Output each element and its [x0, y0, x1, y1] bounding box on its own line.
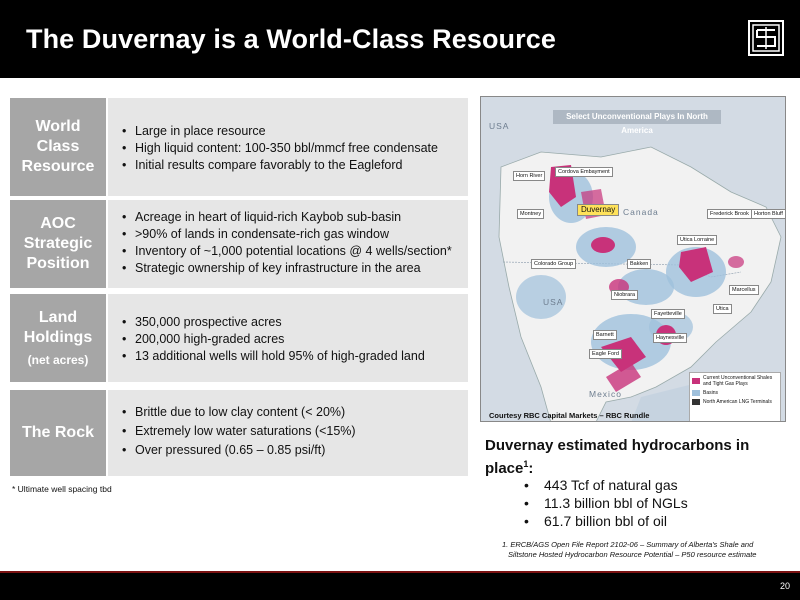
legend-item: Current Unconventional Shales and Tight …	[692, 375, 778, 387]
bullet-list: Acreage in heart of liquid-rich Kaybob s…	[122, 209, 464, 277]
hydrocarbon-item: 61.7 billion bbl of oil	[524, 512, 688, 530]
row-label-line: Strategic	[23, 235, 93, 252]
bullet-item: Large in place resource	[122, 123, 464, 140]
bullet-item: High liquid content: 100-350 bbl/mmcf fr…	[122, 140, 464, 157]
bullet-item: 350,000 prospective acres	[122, 314, 464, 331]
play-label: Niobrara	[611, 290, 639, 300]
map-country-label: USA	[543, 297, 564, 307]
map-legend: Current Unconventional Shales and Tight …	[689, 372, 781, 421]
row-content: Brittle due to low clay content (< 20%) …	[108, 390, 468, 476]
source-footnote-line: Siltstone Hosted Hydrocarbon Resource Po…	[508, 550, 757, 559]
bullet-item: Strategic ownership of key infrastructur…	[122, 260, 464, 277]
row-land-holdings: Land Holdings (net acres) 350,000 prospe…	[10, 294, 468, 382]
play-label: Cordova Embayment	[555, 167, 613, 177]
bullet-item: Acreage in heart of liquid-rich Kaybob s…	[122, 209, 464, 226]
source-footnote-line: 1. ERCB/AGS Open File Report 2102-06 – S…	[502, 540, 754, 549]
row-label: The Rock	[10, 390, 106, 476]
row-world-class-resource: World Class Resource Large in place reso…	[10, 98, 468, 196]
bullet-item: Brittle due to low clay content (< 20%)	[122, 403, 464, 422]
bullet-item: Initial results compare favorably to the…	[122, 157, 464, 174]
play-label: Barnett	[593, 330, 617, 340]
header-bar: The Duvernay is a World-Class Resource	[0, 0, 800, 78]
row-label: World Class Resource	[10, 98, 106, 196]
row-label-sub: (net acres)	[27, 353, 89, 367]
row-label-line: World	[35, 118, 81, 135]
row-label-line: AOC	[40, 215, 76, 232]
play-label: Bakken	[627, 259, 652, 269]
hydrocarbons-title: Duvernay estimated hydrocarbons in place…	[485, 437, 785, 478]
hydrocarbons-title-text: Duvernay estimated hydrocarbons in place	[485, 437, 750, 477]
play-label: Frederick Brook	[707, 209, 752, 219]
page-title: The Duvernay is a World-Class Resource	[26, 24, 556, 54]
legend-swatch	[692, 378, 700, 384]
map-title: Select Unconventional Plays In North Ame…	[553, 110, 721, 135]
north-america-plays-map: Select Unconventional Plays In North Ame…	[480, 96, 786, 422]
footer-accent-line	[0, 571, 800, 573]
legend-label: Current Unconventional Shales and Tight …	[703, 375, 773, 387]
hydrocarbon-item: 11.3 billion bbl of NGLs	[524, 494, 688, 512]
hydrocarbon-item: 443 Tcf of natural gas	[524, 476, 688, 494]
page-number: 20	[779, 581, 790, 591]
hydrocarbons-title-suffix: :	[528, 460, 534, 477]
legend-item: Basins	[692, 390, 778, 396]
bullet-item: 200,000 high-graded acres	[122, 331, 464, 348]
hydrocarbons-list: 443 Tcf of natural gas 11.3 billion bbl …	[524, 476, 688, 530]
bullet-item: Over pressured (0.65 – 0.85 psi/ft)	[122, 441, 464, 460]
row-aoc-strategic-position: AOC Strategic Position Acreage in heart …	[10, 200, 468, 288]
row-label-line: Position	[26, 255, 90, 272]
legend-label: Basins	[703, 390, 719, 396]
company-logo-icon	[748, 20, 784, 56]
duvernay-label: Duvernay	[577, 204, 620, 216]
legend-item: North American LNG Terminals	[692, 399, 778, 405]
play-label: Haynesville	[653, 333, 688, 343]
source-footnote: 1. ERCB/AGS Open File Report 2102-06 – S…	[502, 540, 792, 560]
row-label: AOC Strategic Position	[10, 200, 106, 288]
play-label: Horn River	[513, 171, 546, 181]
play-label: Montney	[517, 209, 545, 219]
bullet-list: Large in place resource High liquid cont…	[122, 123, 464, 174]
play-label: Colorado Group	[531, 259, 577, 269]
row-content: 350,000 prospective acres 200,000 high-g…	[108, 294, 468, 382]
footer-bar	[0, 571, 800, 600]
bullet-item: Inventory of ~1,000 potential locations …	[122, 243, 464, 260]
play-label: Horton Bluff	[751, 209, 785, 219]
row-the-rock: The Rock Brittle due to low clay content…	[10, 390, 468, 476]
bullet-item: Extremely low water saturations (<15%)	[122, 422, 464, 441]
map-country-label: Canada	[623, 207, 659, 217]
row-label-line: Holdings	[23, 329, 93, 346]
bullet-list: Brittle due to low clay content (< 20%) …	[122, 403, 464, 460]
row-label-line: Class	[36, 138, 80, 155]
legend-label: North American LNG Terminals	[703, 399, 772, 405]
legend-swatch	[692, 399, 700, 405]
row-content: Acreage in heart of liquid-rich Kaybob s…	[108, 200, 468, 288]
footnote-spacing: * Ultimate well spacing tbd	[12, 484, 112, 494]
bullet-item: 13 additional wells will hold 95% of hig…	[122, 348, 464, 365]
play-label: Utica Lorraine	[677, 235, 718, 245]
row-label-line: The Rock	[21, 424, 94, 441]
legend-swatch	[692, 390, 700, 396]
play-label: Fayetteville	[651, 309, 685, 319]
map-courtesy-credit: Courtesy RBC Capital Markets – RBC Rundl…	[489, 411, 650, 420]
row-label-line: Resource	[21, 158, 95, 175]
map-country-label: Mexico	[589, 389, 622, 399]
row-content: Large in place resource High liquid cont…	[108, 98, 468, 196]
play-label: Eagle Ford	[589, 349, 622, 359]
row-label-line: Land	[38, 309, 78, 326]
bullet-item: >90% of lands in condensate-rich gas win…	[122, 226, 464, 243]
map-country-label: USA	[489, 121, 510, 131]
play-label: Marcellus	[729, 285, 759, 295]
play-label: Utica	[713, 304, 732, 314]
bullet-list: 350,000 prospective acres 200,000 high-g…	[122, 314, 464, 365]
row-label: Land Holdings (net acres)	[10, 294, 106, 382]
